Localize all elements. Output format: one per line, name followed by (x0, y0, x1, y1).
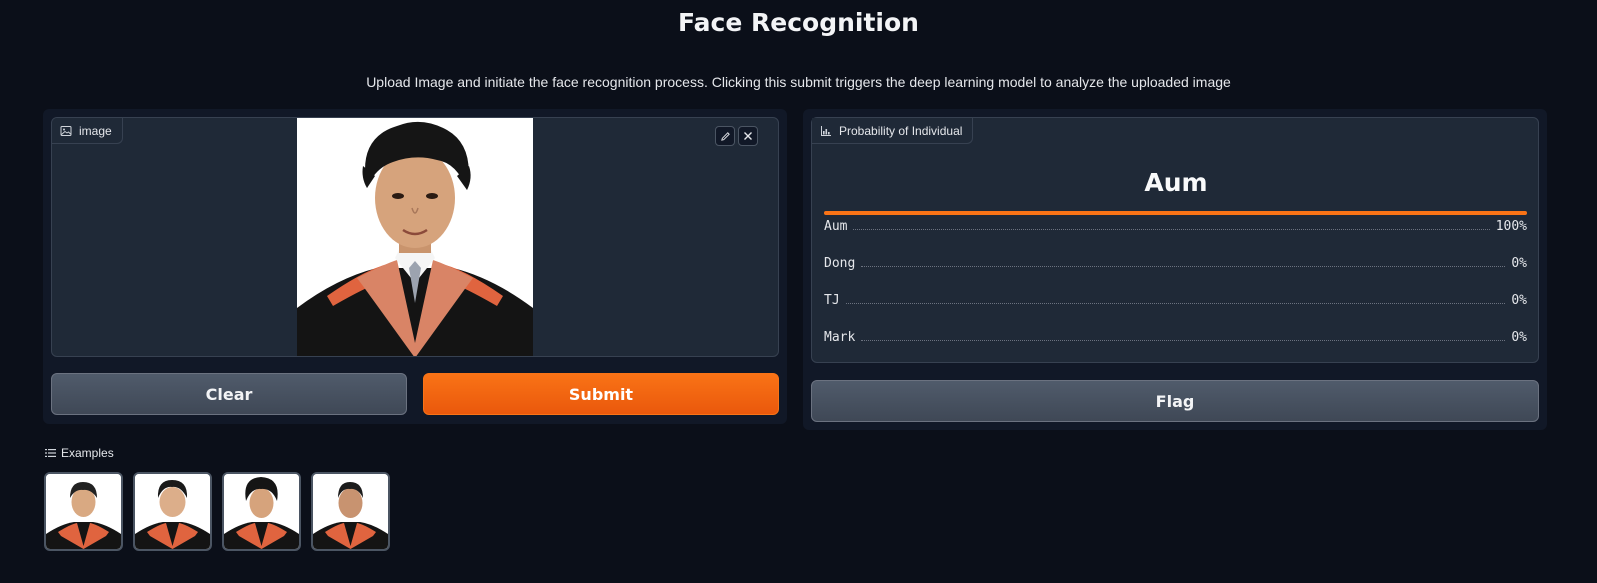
confidence-row: Mark 0% (824, 322, 1527, 356)
image-icon (60, 125, 72, 136)
image-label-text: image (79, 123, 112, 138)
submit-button[interactable]: Submit (423, 373, 779, 415)
image-label: image (52, 118, 123, 144)
input-panel: image Clear Submit (43, 109, 787, 424)
dotted-leader (861, 340, 1506, 341)
pencil-icon (720, 131, 730, 141)
confidence-name: TJ (824, 293, 840, 308)
portrait-illustration (297, 118, 533, 356)
confidence-name: Dong (824, 256, 856, 271)
dotted-leader (845, 303, 1506, 304)
confidence-value: 0% (1511, 330, 1527, 345)
confidence-value: 0% (1511, 256, 1527, 271)
confidence-bar (824, 211, 1527, 215)
remove-image-button[interactable] (738, 126, 758, 146)
output-panel: Probability of Individual Aum Aum 100% D… (803, 109, 1547, 430)
dotted-leader (853, 229, 1490, 230)
dotted-leader (861, 266, 1506, 267)
example-portrait (135, 474, 210, 549)
confidence-bar (824, 248, 1527, 252)
confidence-row: Aum 100% (824, 211, 1527, 245)
confidence-row: TJ 0% (824, 285, 1527, 319)
confidence-name: Aum (824, 219, 848, 234)
example-portrait (224, 474, 299, 549)
edit-image-button[interactable] (715, 126, 735, 146)
confidence-bar (824, 322, 1527, 326)
confidence-bar-fill (824, 211, 1527, 215)
uploaded-photo (297, 118, 533, 356)
page-description: Upload Image and initiate the face recog… (366, 74, 1231, 90)
example-portrait (313, 474, 388, 549)
output-label-text: Probability of Individual (839, 123, 963, 138)
page-title: Face Recognition (678, 8, 919, 37)
flag-button[interactable]: Flag (811, 380, 1539, 422)
image-upload[interactable]: image (51, 117, 779, 357)
predicted-label: Aum (1144, 168, 1208, 197)
confidence-row: Dong 0% (824, 248, 1527, 282)
example-thumbnail[interactable] (222, 472, 301, 551)
confidence-value: 100% (1495, 219, 1527, 234)
output-label: Probability of Individual (812, 118, 974, 144)
example-thumbnail[interactable] (311, 472, 390, 551)
example-thumbnail[interactable] (133, 472, 212, 551)
confidence-name: Mark (824, 330, 856, 345)
example-portrait (46, 474, 121, 549)
clear-button[interactable]: Clear (51, 373, 407, 415)
examples-label: Examples (61, 446, 114, 460)
examples-header: Examples (45, 446, 114, 460)
example-thumbnail[interactable] (44, 472, 123, 551)
confidence-value: 0% (1511, 293, 1527, 308)
probability-output: Probability of Individual Aum Aum 100% D… (811, 117, 1539, 363)
close-icon (744, 132, 752, 140)
confidence-bar (824, 285, 1527, 289)
list-icon (45, 449, 56, 457)
bar-chart-icon (821, 125, 831, 136)
